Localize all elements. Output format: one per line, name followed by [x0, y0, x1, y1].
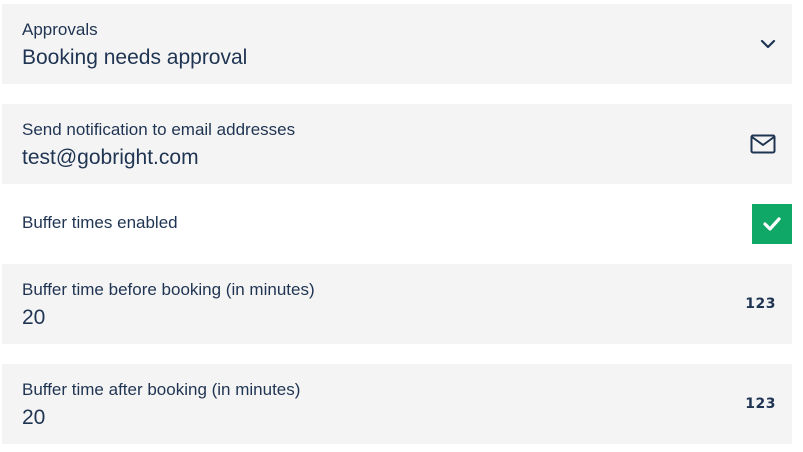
buffer-times-enabled-label: Buffer times enabled: [22, 213, 178, 232]
notification-email-value: test@gobright.com: [22, 146, 199, 169]
buffer-after-value: 20: [22, 406, 46, 429]
buffer-times-enabled-row: Buffer times enabled: [2, 184, 792, 264]
numeric-123-icon: 123: [745, 296, 776, 312]
approvals-label: Approvals: [22, 20, 98, 39]
checkmark-icon: [763, 217, 781, 231]
mail-icon: [750, 134, 776, 154]
approvals-select[interactable]: Approvals Booking needs approval: [2, 4, 792, 84]
approvals-value: Booking needs approval: [22, 46, 248, 69]
notification-email-label: Send notification to email addresses: [22, 120, 296, 139]
chevron-down-icon[interactable]: [760, 39, 776, 49]
buffer-before-field[interactable]: Buffer time before booking (in minutes) …: [2, 264, 792, 344]
buffer-after-label: Buffer time after booking (in minutes): [22, 380, 301, 399]
buffer-times-enabled-checkbox[interactable]: [752, 204, 792, 244]
buffer-before-value: 20: [22, 306, 46, 329]
buffer-after-field[interactable]: Buffer time after booking (in minutes) 2…: [2, 364, 792, 444]
numeric-123-icon: 123: [745, 396, 776, 412]
notification-email-field[interactable]: Send notification to email addresses tes…: [2, 104, 792, 184]
buffer-before-label: Buffer time before booking (in minutes): [22, 280, 315, 299]
